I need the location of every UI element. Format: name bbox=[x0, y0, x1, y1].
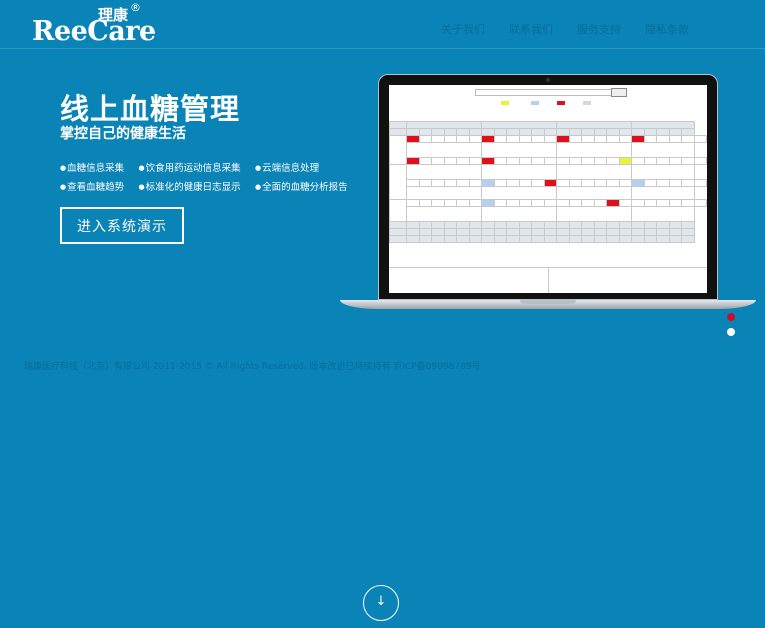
feature-item: 云端信息处理 bbox=[255, 160, 350, 174]
carousel-dot-active[interactable] bbox=[727, 313, 735, 321]
scroll-down-button[interactable]: ↓ bbox=[363, 585, 399, 621]
camera-dot bbox=[546, 78, 550, 82]
hero-subtitle: 掌控自己的健康生活 bbox=[60, 126, 186, 142]
carousel-indicators bbox=[727, 313, 735, 343]
report-screenshot bbox=[389, 85, 707, 293]
top-bar: ReeCare 理康 ® 关于我们 联系我们 服务支持 隐私条款 bbox=[0, 0, 765, 49]
date-range-bar bbox=[475, 89, 627, 96]
enter-demo-button[interactable]: 进入系统演示 bbox=[60, 207, 184, 244]
feature-list: 血糖信息采集 饮食用药运动信息采集 云端信息处理 查看血糖趋势 标准化的健康日志… bbox=[60, 160, 350, 193]
registered-mark: ® bbox=[130, 1, 141, 14]
glucose-log-table bbox=[389, 121, 707, 243]
laptop-notch bbox=[520, 300, 576, 304]
legend-swatch bbox=[557, 101, 565, 105]
laptop-screen-bezel bbox=[378, 74, 718, 300]
feature-item: 血糖信息采集 bbox=[60, 160, 127, 174]
nav-link-privacy[interactable]: 隐私条款 bbox=[645, 21, 689, 37]
carousel-dot[interactable] bbox=[727, 328, 735, 336]
legend-swatch bbox=[531, 101, 539, 105]
laptop-mockup bbox=[340, 74, 756, 314]
nav-link-contact[interactable]: 联系我们 bbox=[509, 21, 553, 37]
query-button bbox=[611, 88, 627, 97]
brand-name-en: ReeCare bbox=[32, 16, 156, 47]
nav-link-support[interactable]: 服务支持 bbox=[577, 21, 621, 37]
legend-swatch bbox=[583, 101, 591, 105]
feature-item: 全面的血糖分析报告 bbox=[255, 179, 350, 193]
nav-link-about[interactable]: 关于我们 bbox=[441, 21, 485, 37]
feature-item: 饮食用药运动信息采集 bbox=[139, 160, 244, 174]
feature-item: 查看血糖趋势 bbox=[60, 179, 127, 193]
report-summary bbox=[389, 267, 707, 293]
hero-title: 线上血糖管理 bbox=[60, 92, 241, 126]
legend-swatch bbox=[501, 101, 509, 105]
feature-item: 标准化的健康日志显示 bbox=[139, 179, 244, 193]
chevron-double-down-icon: ↓ bbox=[375, 594, 387, 609]
main-nav: 关于我们 联系我们 服务支持 隐私条款 bbox=[441, 21, 689, 37]
brand-name-cn: 理康 bbox=[98, 6, 129, 24]
footer-copyright: 瑞康医疗科技（北京）有限公司 2011-2015 © All Rights Re… bbox=[24, 362, 481, 372]
report-toolbar bbox=[389, 85, 707, 119]
brand-logo[interactable]: ReeCare 理康 ® bbox=[32, 1, 156, 47]
